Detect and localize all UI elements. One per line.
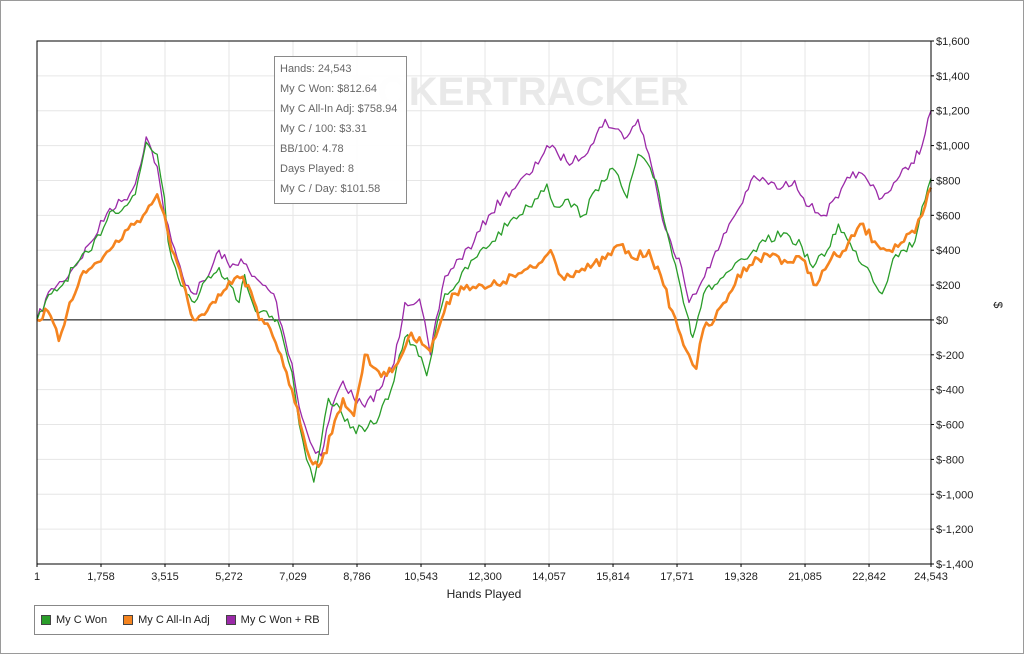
- y-tick-label: $-400: [936, 385, 964, 397]
- x-tick-label: 12,300: [468, 571, 502, 583]
- x-tick-label: 19,328: [724, 571, 758, 583]
- y-tick-label: $-800: [936, 454, 964, 466]
- y-tick-label: $800: [936, 175, 960, 187]
- tooltip-per-day: My C / Day: $101.58: [280, 183, 381, 195]
- y-tick-label: $-1,200: [936, 524, 973, 536]
- y-tick-label: $-200: [936, 350, 964, 362]
- y-tick-label: $1,000: [936, 141, 970, 153]
- x-tick-label: 15,814: [596, 571, 630, 583]
- y-tick-label: $1,600: [936, 36, 970, 48]
- tooltip-bb-100: BB/100: 4.78: [280, 143, 344, 155]
- series-layer: [36, 110, 933, 483]
- hover-tooltip: Hands: 24,543 My C Won: $812.64 My C All…: [274, 56, 407, 204]
- x-tick-label: 1: [34, 571, 40, 583]
- y-tick-label: $1,400: [936, 71, 970, 83]
- tooltip-won: My C Won: $812.64: [280, 83, 378, 95]
- y-axis-title: $: [991, 302, 1005, 309]
- x-tick-label: 7,029: [279, 571, 307, 583]
- legend-swatch-won: [41, 615, 51, 625]
- y-tick-label: $600: [936, 210, 960, 222]
- grid-layer: [36, 40, 932, 565]
- y-tick-label: $-600: [936, 420, 964, 432]
- x-tick-label: 8,786: [343, 571, 371, 583]
- x-tick-label: 1,758: [87, 571, 115, 583]
- legend-swatch-rb: [225, 615, 236, 625]
- y-tick-label: $-1,000: [936, 489, 973, 501]
- plot-area-border: [36, 40, 932, 565]
- y-tick-label: $-1,400: [936, 559, 973, 571]
- x-tick-label: 5,272: [215, 571, 243, 583]
- legend-item-allin[interactable]: My C All-In Adj: [123, 614, 210, 626]
- series-line-my-c-won: [36, 141, 932, 483]
- series-line-my-c-won-rb: [36, 110, 932, 457]
- x-tick-label: 21,085: [788, 571, 822, 583]
- legend-swatch-allin: [123, 615, 134, 625]
- tooltip-days-played: Days Played: 8: [280, 163, 354, 175]
- legend-label-rb: My C Won + RB: [240, 614, 320, 626]
- y-tick-label: $1,200: [936, 106, 970, 118]
- tooltip-allin-adj: My C All-In Adj: $758.94: [280, 103, 398, 115]
- x-tick-label: 10,543: [404, 571, 438, 583]
- tooltip-hands: Hands: 24,543: [280, 63, 352, 75]
- y-tick-label: $400: [936, 245, 960, 257]
- x-tick-label: 17,571: [660, 571, 694, 583]
- chart-window: POKERTRACKER 1 1,758 3,515 5,272 7,029 8,786 1…: [0, 0, 1024, 654]
- chart-plot: POKERTRACKER 1 1,758 3,515 5,272 7,029 8,786 1…: [34, 36, 1005, 601]
- x-tick-labels: 1 1,758 3,515 5,272 7,029 8,786 10,543 12,300 14…: [34, 564, 948, 583]
- legend-item-won[interactable]: My C Won: [41, 614, 107, 626]
- x-tick-label: 24,543: [914, 571, 948, 583]
- chart-legend: My C Won My C All-In Adj My C Won + RB: [34, 605, 329, 635]
- x-tick-label: 14,057: [532, 571, 566, 583]
- y-tick-labels: $1,600 $1,400 $1,200 $1,000 $800 $600 $400 $200…: [931, 36, 973, 571]
- x-tick-label: 3,515: [151, 571, 179, 583]
- x-tick-label: 22,842: [852, 571, 886, 583]
- legend-label-won: My C Won: [56, 614, 108, 626]
- tooltip-per-100: My C / 100: $3.31: [280, 123, 367, 135]
- x-axis-title: Hands Played: [447, 587, 522, 601]
- y-tick-label: $0: [936, 315, 948, 327]
- y-tick-label: $200: [936, 280, 960, 292]
- legend-item-rb[interactable]: My C Won + RB: [225, 614, 320, 626]
- legend-label-allin: My C All-In Adj: [138, 614, 210, 626]
